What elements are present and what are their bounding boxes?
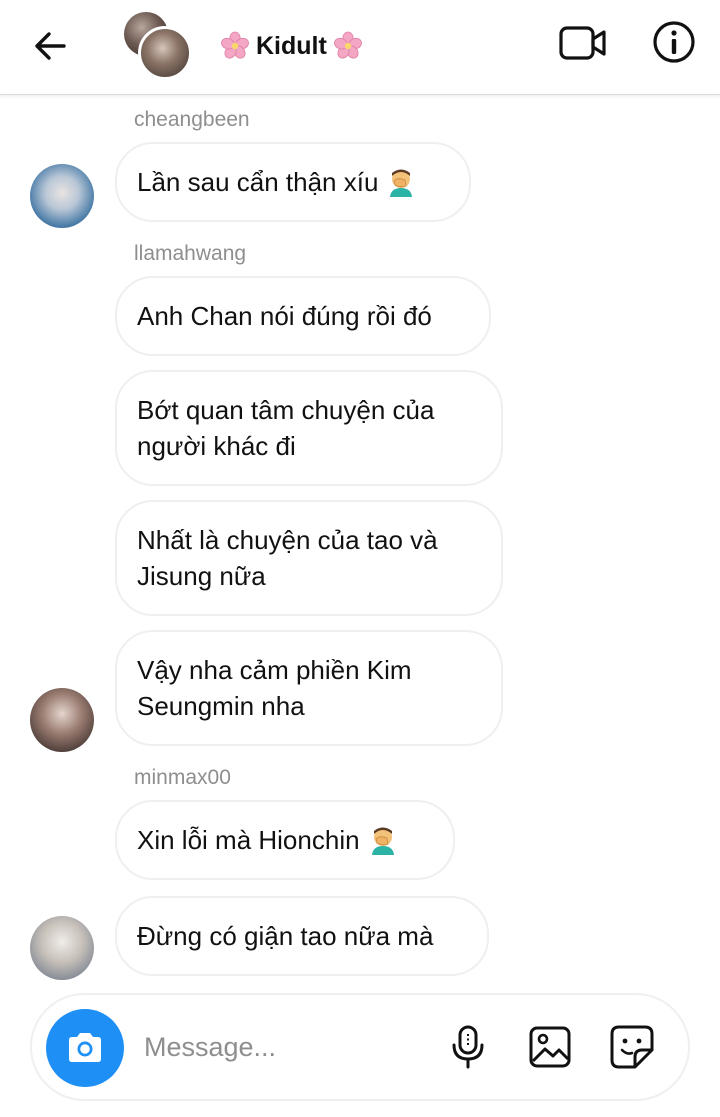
message-sender: llamahwang [134, 242, 247, 265]
arrow-left-icon [35, 32, 66, 60]
message-bubble[interactable]: Nhất là chuyện của tao và Jisung nữa [115, 500, 503, 616]
avatar[interactable] [30, 688, 94, 752]
gallery-button[interactable] [526, 1023, 574, 1071]
group-avatar-member-2 [138, 26, 192, 80]
sticker-icon [610, 1025, 654, 1069]
message-sender: cheangbeen [134, 108, 250, 131]
cherry-blossom-icon [333, 31, 362, 59]
avatar[interactable] [30, 916, 94, 980]
chat-title: Kidult [256, 31, 327, 60]
facepalm-icon [371, 827, 394, 855]
message-text: Bớt quan tâm chuyện của người khác đi [137, 395, 435, 461]
facepalm-icon [390, 169, 413, 197]
chat-title-area[interactable]: Kidult [220, 28, 363, 64]
message-text: Xin lỗi mà Hionchin [137, 825, 360, 855]
chat-header: Kidult [0, 0, 720, 95]
info-button[interactable] [650, 18, 698, 66]
message-text: Đừng có giận tao nữa mà [137, 921, 434, 951]
sticker-button[interactable] [608, 1023, 656, 1071]
message-input[interactable] [144, 1025, 424, 1069]
message-composer [30, 993, 690, 1101]
message-bubble[interactable]: Vậy nha cảm phiền Kim Seungmin nha [115, 630, 503, 746]
message-sender: minmax00 [134, 766, 231, 789]
message-text: Lần sau cẩn thận xíu [137, 167, 379, 197]
message-text: Anh Chan nói đúng rồi đó [137, 301, 432, 331]
cherry-blossom-icon [221, 31, 249, 59]
info-icon [653, 21, 695, 63]
message-bubble[interactable]: Lần sau cẩn thận xíu [115, 142, 471, 222]
message-bubble[interactable]: Đừng có giận tao nữa mà [115, 896, 489, 976]
camera-icon [69, 1033, 101, 1062]
message-text: Nhất là chuyện của tao và Jisung nữa [137, 525, 438, 591]
avatar[interactable] [30, 164, 94, 228]
group-avatar[interactable] [124, 12, 192, 80]
video-camera-icon [559, 26, 606, 60]
message-bubble[interactable]: Bớt quan tâm chuyện của người khác đi [115, 370, 503, 486]
voice-message-button[interactable] [444, 1023, 492, 1071]
microphone-icon [452, 1025, 484, 1069]
message-bubble[interactable]: Xin lỗi mà Hionchin [115, 800, 455, 880]
message-bubble[interactable]: Anh Chan nói đúng rồi đó [115, 276, 491, 356]
message-text: Vậy nha cảm phiền Kim Seungmin nha [137, 655, 412, 721]
camera-button[interactable] [46, 1009, 124, 1087]
back-button[interactable] [28, 24, 72, 68]
image-icon [529, 1026, 571, 1068]
video-call-button[interactable] [556, 20, 610, 66]
